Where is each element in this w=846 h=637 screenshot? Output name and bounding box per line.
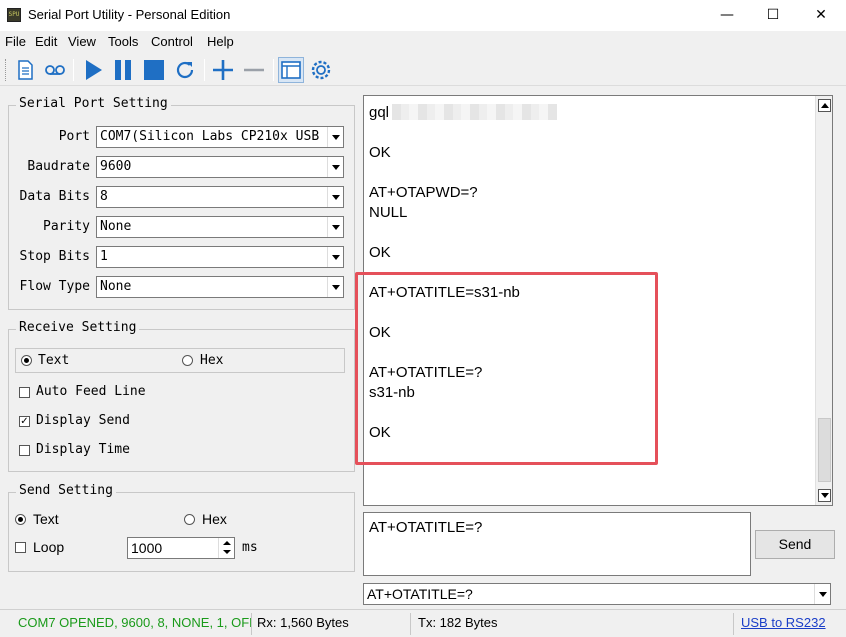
send-text-label: Text (33, 511, 59, 527)
document-icon[interactable] (12, 57, 38, 83)
toolbar-grip (5, 59, 7, 81)
scroll-down-icon[interactable] (818, 489, 831, 502)
auto-feed-line-label: Auto Feed Line (36, 384, 146, 399)
parity-value: None (100, 219, 132, 234)
port-label: Port (58, 129, 90, 144)
highlight-annotation (355, 272, 658, 465)
serial-port-setting-title: Serial Port Setting (16, 96, 171, 111)
chevron-down-icon[interactable] (327, 217, 343, 237)
receive-hex-label: Hex (200, 353, 224, 368)
send-button[interactable]: Send (755, 530, 835, 559)
status-bar: COM7 OPENED, 9600, 8, NONE, 1, OFF Rx: 1… (0, 609, 846, 637)
remove-icon[interactable] (241, 57, 267, 83)
menu-control[interactable]: Control (151, 34, 193, 49)
receive-line: NULL (369, 204, 408, 221)
menu-file[interactable]: File (5, 34, 26, 49)
receive-hex-radio[interactable] (182, 355, 193, 366)
menu-edit[interactable]: Edit (35, 34, 57, 49)
send-setting-group (8, 492, 355, 572)
chevron-down-icon[interactable] (327, 187, 343, 207)
chevron-up-icon[interactable] (223, 541, 231, 545)
receive-line: gql (369, 104, 390, 121)
data-bits-value: 8 (100, 189, 108, 204)
flow-type-select[interactable]: None (96, 276, 344, 298)
receive-text-radio[interactable] (21, 355, 32, 366)
toolbar (0, 53, 846, 86)
receive-setting-title: Receive Setting (16, 320, 140, 335)
toolbar-separator (73, 59, 74, 81)
stop-icon[interactable] (141, 57, 167, 83)
baudrate-value: 9600 (100, 159, 132, 174)
title-bar: SPU Serial Port Utility - Personal Editi… (0, 0, 846, 31)
window-icon[interactable] (278, 57, 304, 83)
scroll-up-icon[interactable] (818, 99, 831, 112)
chevron-down-icon[interactable] (327, 247, 343, 267)
display-time-label: Display Time (36, 442, 130, 457)
menu-view[interactable]: View (68, 34, 96, 49)
send-hex-radio[interactable] (184, 514, 195, 525)
scroll-thumb[interactable] (818, 418, 831, 482)
app-icon: SPU (7, 8, 21, 22)
add-icon[interactable] (210, 57, 236, 83)
send-text-area[interactable]: AT+OTATITLE=? (363, 512, 751, 576)
stop-bits-value: 1 (100, 249, 108, 264)
display-send-checkbox[interactable]: ✓ (19, 416, 30, 427)
data-bits-label: Data Bits (19, 189, 90, 204)
port-select[interactable]: COM7(Silicon Labs CP210x USB (96, 126, 344, 148)
redacted-text (392, 104, 557, 120)
flow-type-label: Flow Type (19, 279, 90, 294)
record-icon[interactable] (42, 57, 68, 83)
play-icon[interactable] (80, 57, 106, 83)
refresh-icon[interactable] (172, 57, 198, 83)
stop-bits-label: Stop Bits (19, 249, 90, 264)
port-value: COM7(Silicon Labs CP210x USB (100, 129, 320, 144)
display-time-checkbox[interactable] (19, 445, 30, 456)
minimize-button[interactable]: — (704, 0, 750, 31)
settings-icon[interactable] (308, 57, 334, 83)
maximize-button[interactable]: ☐ (750, 0, 796, 31)
port-status: COM7 OPENED, 9600, 8, NONE, 1, OFF (14, 613, 252, 635)
data-bits-select[interactable]: 8 (96, 186, 344, 208)
loop-interval-unit: ms (242, 540, 258, 555)
receive-line: AT+OTAPWD=? (369, 184, 478, 201)
chevron-down-icon[interactable] (327, 157, 343, 177)
send-history-select[interactable]: AT+OTATITLE=? (363, 583, 831, 605)
loop-label: Loop (33, 539, 65, 555)
receive-line: OK (369, 144, 391, 161)
usb-to-rs232-link[interactable]: USB to RS232 (737, 613, 831, 635)
pause-icon[interactable] (110, 57, 136, 83)
stepper-buttons[interactable] (218, 538, 234, 558)
menu-bar: File Edit View Tools Control Help (0, 31, 846, 53)
loop-interval-stepper[interactable]: 1000 (127, 537, 235, 559)
send-hex-label: Hex (202, 511, 227, 527)
loop-checkbox[interactable] (15, 542, 26, 553)
parity-label: Parity (43, 219, 90, 234)
stop-bits-select[interactable]: 1 (96, 246, 344, 268)
rx-counter: Rx: 1,560 Bytes (253, 613, 411, 635)
menu-tools[interactable]: Tools (108, 34, 138, 49)
baudrate-select[interactable]: 9600 (96, 156, 344, 178)
window-title: Serial Port Utility - Personal Edition (28, 7, 231, 22)
chevron-down-icon[interactable] (327, 127, 343, 147)
auto-feed-line-checkbox[interactable] (19, 387, 30, 398)
menu-help[interactable]: Help (207, 34, 234, 49)
parity-select[interactable]: None (96, 216, 344, 238)
chevron-down-icon[interactable] (223, 550, 231, 554)
send-setting-title: Send Setting (16, 483, 116, 498)
receive-scrollbar[interactable] (815, 96, 832, 505)
receive-line: OK (369, 244, 391, 261)
chevron-down-icon[interactable] (814, 584, 830, 604)
loop-interval-value: 1000 (131, 540, 163, 556)
toolbar-separator (204, 59, 205, 81)
send-history-value: AT+OTATITLE=? (367, 586, 473, 602)
receive-text-label: Text (38, 353, 70, 368)
display-send-label: Display Send (36, 413, 130, 428)
baudrate-label: Baudrate (27, 159, 90, 174)
chevron-down-icon[interactable] (327, 277, 343, 297)
toolbar-separator (273, 59, 274, 81)
tx-counter: Tx: 182 Bytes (414, 613, 734, 635)
close-button[interactable]: ✕ (798, 0, 844, 31)
flow-type-value: None (100, 279, 132, 294)
send-text-radio[interactable] (15, 514, 26, 525)
